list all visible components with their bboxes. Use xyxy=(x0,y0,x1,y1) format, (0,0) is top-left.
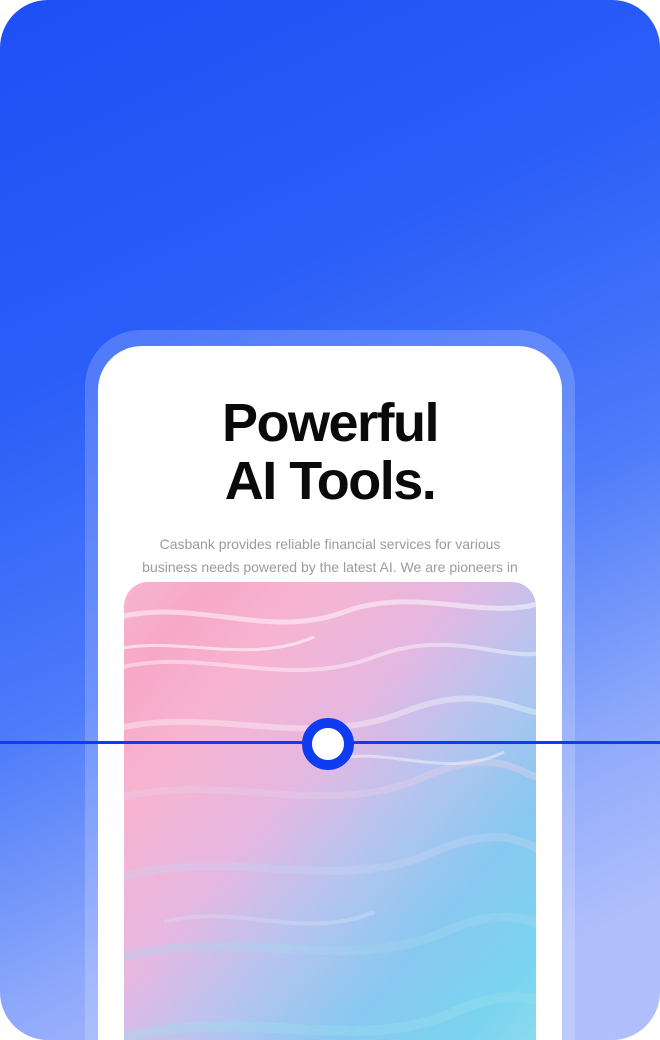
heading-block: Powerful AI Tools. xyxy=(98,346,562,511)
slider-handle[interactable] xyxy=(302,718,354,770)
phone-screen: Powerful AI Tools. Casbank provides reli… xyxy=(98,346,562,1040)
page-title: Powerful AI Tools. xyxy=(122,394,538,511)
title-line-2: AI Tools. xyxy=(225,451,436,511)
marble-texture xyxy=(124,582,536,1040)
title-line-1: Powerful xyxy=(222,393,438,453)
card-container: Powerful AI Tools. Casbank provides reli… xyxy=(0,0,660,1040)
hero-image xyxy=(124,582,536,1040)
